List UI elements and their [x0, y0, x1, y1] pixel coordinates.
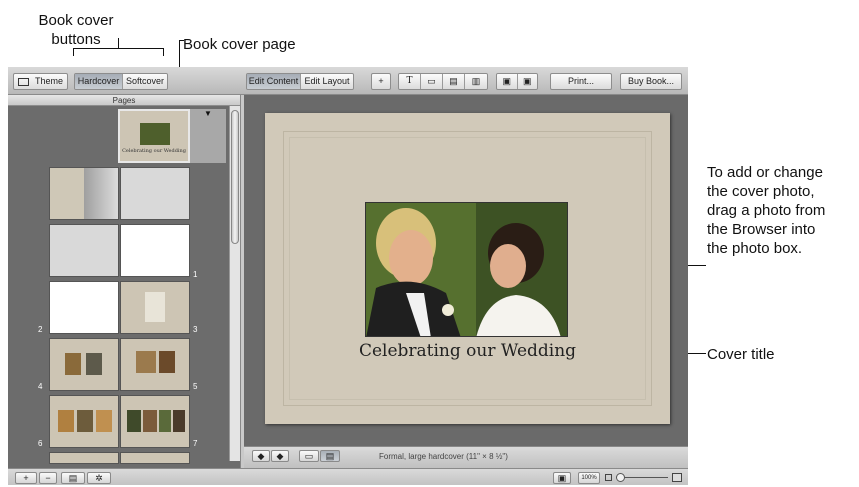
zoom-out-icon[interactable]	[605, 474, 612, 481]
callout-text: To add or change	[707, 164, 823, 181]
toolbar: Theme Hardcover Softcover Edit Content E…	[8, 67, 688, 95]
page-thumbnail[interactable]	[120, 224, 190, 277]
page-thumb-photo	[58, 410, 74, 432]
page-number: 2	[38, 325, 43, 334]
callout-text: buttons	[51, 31, 101, 48]
action-gear-icon[interactable]: ✲	[87, 472, 111, 484]
previous-page-button[interactable]: ◆	[252, 450, 270, 462]
text-style-icon[interactable]: T	[399, 74, 421, 89]
design-icon[interactable]: ▥	[465, 74, 487, 89]
scroll-thumb[interactable]	[231, 110, 239, 244]
next-page-button[interactable]: ◆	[271, 450, 289, 462]
page-thumbnail[interactable]	[49, 224, 119, 277]
callout-bracket	[163, 48, 164, 56]
callout-text: the Browser into	[707, 221, 816, 238]
page-number: 7	[193, 439, 198, 448]
page-number: 6	[38, 439, 43, 448]
callout-text: drag a photo from	[707, 202, 826, 219]
editor-bottom-bar: ◆ ◆ ▭ ▤ Formal, large hardcover (11" × 8…	[244, 446, 688, 468]
callout-book-cover-buttons: Book cover buttons	[22, 11, 130, 49]
theme-label: Theme	[35, 76, 64, 86]
pages-scrollbar[interactable]	[229, 106, 240, 461]
page-thumb-photo	[77, 410, 93, 432]
pages-header: Pages	[8, 95, 240, 106]
pages-pane: Pages Celebrating our Wedding ▼ 1 2 3 4 …	[8, 95, 240, 470]
app-window: Theme Hardcover Softcover Edit Content E…	[8, 67, 688, 485]
page-number: 5	[193, 382, 198, 391]
edit-content-button[interactable]: Edit Content	[247, 74, 301, 89]
dropdown-arrow-icon[interactable]: ▼	[204, 109, 212, 118]
page-thumb-photo	[127, 410, 141, 432]
page-thumbnail[interactable]	[49, 338, 119, 391]
page-thumbnail[interactable]	[49, 167, 119, 220]
remove-button[interactable]: −	[39, 472, 57, 484]
page-thumbnail[interactable]	[120, 281, 190, 334]
two-page-icon[interactable]: ▣	[517, 74, 537, 89]
page-thumbnail[interactable]	[49, 452, 119, 464]
zoom-in-icon[interactable]	[672, 473, 682, 482]
callout-bracket	[73, 48, 74, 56]
cover-type-segment: Hardcover Softcover	[74, 73, 168, 90]
book-format-status: Formal, large hardcover (11" × 8 ½")	[379, 452, 508, 461]
page-thumb-photo	[145, 292, 165, 322]
view-segment: ▣ ▣	[496, 73, 538, 90]
fit-page-icon[interactable]: ▣	[553, 472, 571, 484]
callout-bracket	[73, 48, 164, 49]
zoom-slider-thumb[interactable]	[616, 473, 625, 482]
edit-mode-segment: Edit Content Edit Layout	[246, 73, 354, 90]
edit-layout-button[interactable]: Edit Layout	[301, 74, 353, 89]
page-number: 1	[193, 270, 198, 279]
page-thumbnail[interactable]	[120, 338, 190, 391]
page-thumb-photo	[96, 410, 112, 432]
callout-text: the photo box.	[707, 240, 803, 257]
cover-photo-box[interactable]	[365, 202, 568, 337]
print-button[interactable]: Print...	[550, 73, 612, 90]
layout-icon[interactable]: ▤	[443, 74, 465, 89]
page-number: 4	[38, 382, 43, 391]
cover-title[interactable]: Celebrating our Wedding	[265, 341, 670, 361]
single-page-view-icon[interactable]: ▤	[320, 450, 340, 462]
cover-thumb-photo	[140, 123, 170, 145]
callout-cover-title: Cover title	[707, 346, 775, 363]
page-thumb-photo	[143, 410, 157, 432]
buy-book-button[interactable]: Buy Book...	[620, 73, 682, 90]
page-thumb-photo	[159, 351, 175, 373]
page-thumb-photo	[65, 353, 81, 375]
window-bottom-bar: + − ▤ ✲ ▣ 100%	[8, 468, 688, 485]
wedding-photo	[366, 203, 567, 336]
callout-bracket	[118, 38, 119, 48]
page-thumb-photo	[86, 353, 102, 375]
cover-page-thumbnail[interactable]: Celebrating our Wedding	[118, 109, 190, 163]
page-thumbnail[interactable]	[120, 452, 190, 464]
callout-text: the cover photo,	[707, 183, 815, 200]
add-button[interactable]: +	[15, 472, 37, 484]
callout-line	[179, 40, 184, 41]
theme-icon	[18, 77, 29, 86]
zoom-level-button[interactable]: 100%	[578, 472, 600, 484]
page-thumb-photo	[136, 351, 156, 373]
single-page-icon[interactable]: ▣	[497, 74, 518, 89]
page-thumbnail[interactable]	[120, 167, 190, 220]
page-thumb-photo	[159, 410, 171, 432]
two-page-view-icon[interactable]: ▭	[299, 450, 319, 462]
callout-book-cover-page: Book cover page	[183, 36, 296, 53]
page-thumbnail[interactable]	[49, 281, 119, 334]
page-thumb-photo	[173, 410, 185, 432]
hardcover-button[interactable]: Hardcover	[75, 74, 123, 89]
add-page-button[interactable]: +	[371, 73, 391, 90]
editor-area: Celebrating our Wedding	[244, 95, 688, 446]
page-thumbnail[interactable]	[120, 395, 190, 448]
cover-thumb-caption: Celebrating our Wedding	[122, 148, 186, 154]
page-thumbnail[interactable]	[49, 395, 119, 448]
page-number: 3	[193, 325, 198, 334]
softcover-button[interactable]: Softcover	[123, 74, 167, 89]
callout-cover-photo: To add or change the cover photo, drag a…	[707, 163, 859, 258]
theme-button[interactable]: Theme	[13, 73, 68, 90]
callout-text: Book cover	[38, 12, 114, 29]
book-cover: Celebrating our Wedding	[265, 113, 670, 424]
layout-menu-icon[interactable]: ▤	[61, 472, 85, 484]
layout-tools-segment: T ▭ ▤ ▥	[398, 73, 488, 90]
background-icon[interactable]: ▭	[421, 74, 443, 89]
